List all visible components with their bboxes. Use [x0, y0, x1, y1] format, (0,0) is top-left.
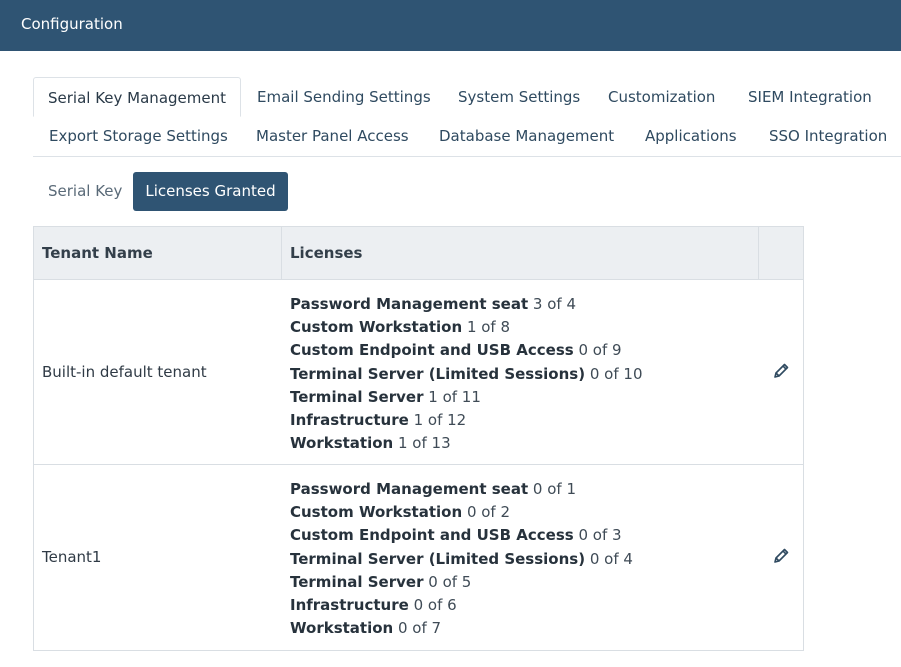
license-list: Password Management seat 0 of 1 Custom W…: [290, 478, 633, 640]
license-item: Terminal Server 1 of 11: [290, 386, 642, 409]
license-name: Password Management seat: [290, 295, 529, 313]
license-name: Terminal Server: [290, 572, 424, 591]
license-item: Terminal Server (Limited Sessions) 0 of …: [290, 363, 642, 386]
license-count: 1 of 13: [398, 434, 451, 453]
license-name: Terminal Server (Limited Sessions): [290, 549, 586, 568]
license-item: Custom Endpoint and USB Access 0 of 3: [290, 524, 633, 547]
tab-applications[interactable]: Applications: [645, 116, 737, 156]
subtab-serial-key[interactable]: Serial Key: [48, 172, 122, 211]
column-divider: [758, 227, 759, 279]
license-count: 0 of 6: [413, 595, 457, 614]
tenant-name: Built-in default tenant: [42, 363, 207, 381]
license-list: Password Management seat 3 of 4 Custom W…: [290, 293, 642, 455]
column-header-licenses[interactable]: Licenses: [290, 227, 362, 279]
license-item: Password Management seat 3 of 4: [290, 293, 642, 316]
table-row: Built-in default tenant Password Managem…: [34, 280, 803, 465]
column-divider: [281, 227, 282, 279]
license-item: Infrastructure 0 of 6: [290, 594, 633, 617]
table-row: Tenant1 Password Management seat 0 of 1 …: [34, 465, 803, 650]
license-name: Password Management seat: [290, 480, 529, 498]
tab-siem-integration[interactable]: SIEM Integration: [748, 77, 872, 117]
license-count: 0 of 5: [428, 572, 472, 591]
license-count: 1 of 11: [428, 387, 481, 406]
app-header: Configuration: [0, 0, 901, 51]
license-item: Custom Workstation 1 of 8: [290, 316, 642, 339]
tab-email-sending-settings[interactable]: Email Sending Settings: [257, 77, 431, 117]
page-title: Configuration: [21, 15, 123, 33]
license-count: 0 of 4: [589, 549, 633, 568]
table-header: Tenant Name Licenses: [34, 227, 803, 280]
license-count: 3 of 4: [532, 295, 576, 313]
license-item: Workstation 0 of 7: [290, 617, 633, 640]
subtab-licenses-granted[interactable]: Licenses Granted: [133, 172, 288, 211]
tab-export-storage-settings[interactable]: Export Storage Settings: [49, 116, 228, 156]
license-item: Infrastructure 1 of 12: [290, 409, 642, 432]
license-item: Custom Endpoint and USB Access 0 of 9: [290, 339, 642, 362]
licenses-table: Tenant Name Licenses Built-in default te…: [33, 226, 804, 651]
tab-system-settings[interactable]: System Settings: [458, 77, 580, 117]
license-name: Terminal Server (Limited Sessions): [290, 364, 586, 383]
license-item: Password Management seat 0 of 1: [290, 478, 633, 501]
tab-master-panel-access[interactable]: Master Panel Access: [256, 116, 409, 156]
license-name: Custom Workstation: [290, 503, 463, 522]
license-name: Workstation: [290, 434, 394, 453]
license-name: Workstation: [290, 619, 394, 638]
license-item: Workstation 1 of 13: [290, 432, 642, 455]
config-tabs: Serial Key Management Email Sending Sett…: [33, 77, 901, 157]
license-name: Infrastructure: [290, 410, 409, 429]
license-name: Infrastructure: [290, 595, 409, 614]
license-item: Terminal Server 0 of 5: [290, 571, 633, 594]
license-item: Terminal Server (Limited Sessions) 0 of …: [290, 548, 633, 571]
pencil-icon[interactable]: [772, 547, 790, 565]
license-count: 0 of 3: [578, 526, 622, 545]
license-name: Custom Endpoint and USB Access: [290, 341, 574, 360]
tab-database-management[interactable]: Database Management: [439, 116, 614, 156]
license-item: Custom Workstation 0 of 2: [290, 501, 633, 524]
license-count: 1 of 8: [466, 318, 511, 337]
tab-customization[interactable]: Customization: [608, 77, 715, 117]
license-count: 0 of 9: [578, 341, 622, 360]
license-name: Custom Workstation: [290, 318, 463, 337]
license-count: 0 of 1: [532, 480, 576, 498]
column-header-tenant-name[interactable]: Tenant Name: [42, 227, 153, 279]
license-count: 0 of 7: [398, 619, 442, 638]
license-name: Custom Endpoint and USB Access: [290, 526, 574, 545]
license-count: 0 of 10: [589, 364, 643, 383]
license-count: 0 of 2: [466, 503, 511, 522]
tenant-name: Tenant1: [42, 548, 102, 566]
license-count: 1 of 12: [413, 410, 467, 429]
pencil-icon[interactable]: [772, 362, 790, 380]
tab-serial-key-management[interactable]: Serial Key Management: [33, 77, 241, 117]
license-name: Terminal Server: [290, 387, 424, 406]
tab-sso-integration[interactable]: SSO Integration: [769, 116, 887, 156]
